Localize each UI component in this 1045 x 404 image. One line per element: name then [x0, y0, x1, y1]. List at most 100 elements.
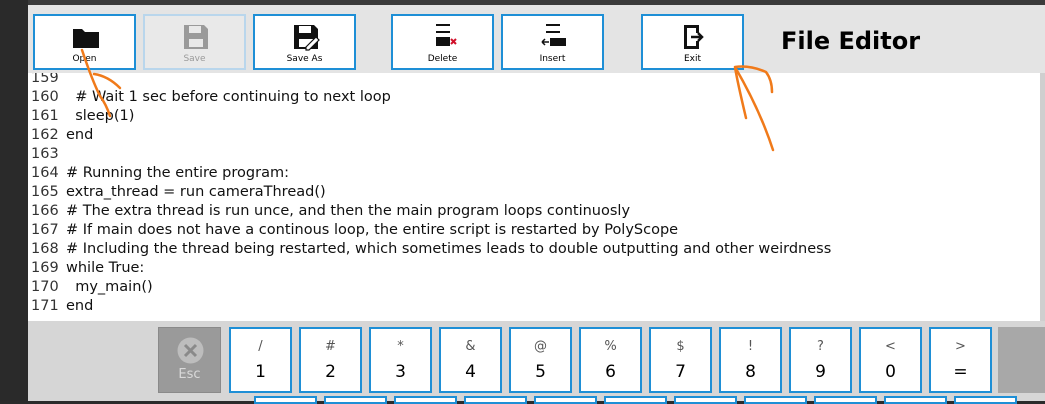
key-shift-label: # [325, 339, 336, 354]
code-text: sleep(1) [66, 108, 135, 124]
code-line: 159 [28, 73, 1045, 88]
key-main-label: 6 [605, 362, 616, 382]
keyboard-key-partial[interactable] [884, 396, 947, 404]
code-text: end [66, 127, 94, 143]
page-title: File Editor [781, 27, 921, 55]
code-line: 164 # Running the entire program: [28, 164, 1045, 183]
key-shift-label: > [955, 339, 966, 354]
keyboard-key-partial[interactable] [464, 396, 527, 404]
key-4[interactable]: & 4 [439, 327, 502, 393]
key-main-label: 4 [465, 362, 476, 382]
keyboard-key-partial[interactable] [324, 396, 387, 404]
code-text: # Wait 1 sec before continuing to next l… [66, 89, 391, 105]
code-text: # Including the thread being restarted, … [66, 241, 832, 257]
exit-button[interactable]: Exit [641, 14, 744, 70]
save-button[interactable]: Save [143, 14, 246, 70]
key-5[interactable]: @5 [509, 327, 572, 393]
key-main-label: 7 [675, 362, 686, 382]
line-number: 160 [31, 89, 59, 105]
keyboard-key-partial[interactable] [394, 396, 457, 404]
key-9[interactable]: ? 9 [789, 327, 852, 393]
esc-label: Esc [178, 367, 201, 382]
key-main-label: 1 [255, 362, 266, 382]
keyboard-key-partial[interactable] [254, 396, 317, 404]
key-8[interactable]: ! 8 [719, 327, 782, 393]
code-line: 161 sleep(1) [28, 107, 1045, 126]
key-main-label: 9 [815, 362, 826, 382]
key-main-label: 8 [745, 362, 756, 382]
line-number: 159 [31, 73, 59, 86]
keyboard-key-partial[interactable] [604, 396, 667, 404]
key-1[interactable]: /1 [229, 327, 292, 393]
code-editor[interactable]: 159 160 # Wait 1 sec before continuing t… [28, 73, 1045, 321]
open-label: Open [72, 54, 97, 64]
line-number: 164 [31, 165, 59, 181]
code-line: 163 [28, 145, 1045, 164]
key-3[interactable]: * 3 [369, 327, 432, 393]
key-shift-label: / [258, 339, 263, 354]
save-as-button[interactable]: Save As [253, 14, 356, 70]
code-line: 168 # Including the thread being restarte… [28, 240, 1045, 259]
key-0[interactable]: <0 [859, 327, 922, 393]
code-line: 166 # The extra thread is run unce, and t… [28, 202, 1045, 221]
key-shift-label: ! [747, 339, 754, 354]
key-main-label: 5 [535, 362, 546, 382]
line-number: 161 [31, 108, 59, 124]
code-text: # The extra thread is run unce, and then… [66, 203, 631, 219]
line-number: 166 [31, 203, 59, 219]
esc-key[interactable]: Esc [158, 327, 221, 393]
line-number: 165 [31, 184, 59, 200]
insert-label: Insert [539, 54, 566, 64]
keyboard-key-partial[interactable] [534, 396, 597, 404]
line-number: 163 [31, 146, 59, 162]
code-line: 160 # Wait 1 sec before continuing to ne… [28, 88, 1045, 107]
code-line: 171 end [28, 297, 1045, 316]
keyboard-key-partial[interactable] [954, 396, 1017, 404]
line-number: 170 [31, 279, 59, 295]
editor-scrollbar[interactable] [1040, 73, 1045, 321]
save-label: Save [183, 54, 206, 64]
code-text: while True: [66, 260, 145, 276]
save-as-icon [294, 25, 320, 51]
backspace-key[interactable] [998, 327, 1045, 393]
key-shift-label: < [885, 339, 896, 354]
key-main-label: = [953, 362, 968, 382]
line-number: 167 [31, 222, 59, 238]
key-7[interactable]: $7 [649, 327, 712, 393]
delete-line-icon [436, 24, 457, 46]
keyboard-key-partial[interactable] [744, 396, 807, 404]
code-text: # If main does not have a continous loop… [66, 222, 679, 238]
key-6[interactable]: % 6 [579, 327, 642, 393]
code-line: 169 while True: [28, 259, 1045, 278]
line-number: 162 [31, 127, 59, 143]
on-screen-keyboard: Esc /1 #2 * 3 & 4 @5 % 6 $7 ! 8 ? 9 <0 > = [28, 321, 1045, 404]
exit-label: Exit [683, 54, 702, 64]
insert-button[interactable]: Insert [501, 14, 604, 70]
line-number: 171 [31, 298, 59, 314]
key-shift-label: % [604, 339, 617, 354]
key-shift-label: $ [676, 339, 685, 354]
keyboard-key-partial[interactable] [674, 396, 737, 404]
code-line: 162 end [28, 126, 1045, 145]
insert-line-icon [541, 24, 566, 46]
delete-button[interactable]: Delete [391, 14, 494, 70]
key-main-label: 2 [325, 362, 336, 382]
code-text: end [66, 298, 94, 314]
code-text: extra_thread = run cameraThread() [66, 184, 326, 200]
key-shift-label: ? [817, 339, 824, 354]
save-disk-icon [184, 25, 208, 49]
code-text: # Running the entire program: [66, 165, 289, 181]
left-margin [0, 0, 28, 401]
key-shift-label: * [397, 339, 404, 354]
folder-icon [73, 29, 99, 48]
key-main-label: 3 [395, 362, 406, 382]
keyboard-key-partial[interactable] [814, 396, 877, 404]
open-button[interactable]: Open [33, 14, 136, 70]
key-2[interactable]: #2 [299, 327, 362, 393]
key-main-label: 0 [885, 362, 896, 382]
exit-door-icon [684, 25, 704, 49]
key-equals[interactable]: > = [929, 327, 992, 393]
key-shift-label: & [465, 339, 476, 354]
save-as-label: Save As [286, 54, 323, 64]
line-number: 168 [31, 241, 59, 257]
